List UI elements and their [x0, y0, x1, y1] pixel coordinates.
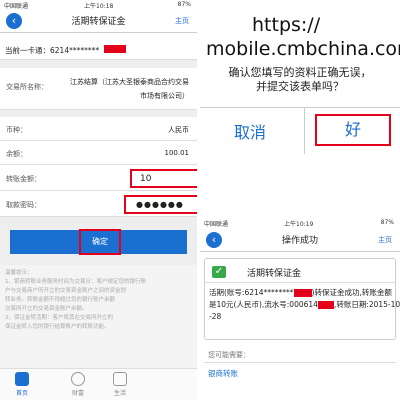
detail-text: 是10元(人民币),流水号:000614 [209, 300, 318, 309]
result-detail: 活期(账号:6214******** )转保证金成功,转账金额 是10元(人民币)… [209, 287, 400, 323]
dialog-url-2: mobile.cmbchina.com [206, 38, 400, 60]
detail-text: 活期(账号:6214******** [209, 288, 294, 297]
check-icon: ✓ [212, 266, 226, 278]
message-line: 并提交该表单吗？ [256, 80, 344, 93]
dialog-url-1: https:// [252, 14, 321, 36]
nav-header: ‹ 活期转保证金 主页 [0, 9, 197, 33]
wealth-icon [71, 372, 85, 386]
confirm-button[interactable]: 确定 [79, 229, 121, 255]
status-bar: 中国联通 上午10:19 87% [200, 218, 400, 228]
amount-row: 转账金额： 10 [0, 165, 197, 191]
tab-wealth[interactable]: 财富 [58, 372, 98, 397]
page-title: 活期转保证金 [71, 17, 126, 27]
currency-label: 币种： [6, 126, 27, 134]
divider [204, 362, 396, 363]
tips-text: 温馨提示： 1、银商转账业务服务时间为交易日：客户绑定您的银行账 户与交易商户所… [0, 265, 197, 368]
currency-row: 币种： 人民币 [0, 117, 197, 141]
exchange-label: 交易所名称： [6, 83, 48, 91]
tip-line: 户与交易商户所开立的交易资金账户之间的资金划 [5, 288, 127, 294]
detail-text: )转保证金成功,转账金额 [311, 288, 392, 297]
amount-label: 转账金额： [6, 175, 41, 183]
life-icon [113, 372, 127, 386]
exchange-value-1: 江苏结算（江苏大圣银泰商品合约交易 [70, 78, 189, 86]
home-link[interactable]: 主页 [378, 235, 392, 245]
tab-label: 财富 [71, 390, 84, 397]
battery: 87% [380, 219, 394, 226]
separator [0, 110, 197, 117]
balance-value: 100.01 [164, 149, 190, 157]
currency-value: 人民币 [168, 126, 189, 134]
page-title: 操作成功 [281, 236, 318, 246]
message-line: 确认您填写的资料正确无误， [228, 66, 372, 79]
detail-text: ,转账日期:2015-10 [333, 300, 400, 309]
password-dots: ●●●●●● [136, 200, 184, 209]
result-card: ✓ 活期转保证金 活期(账号:6214******** )转保证金成功,转账金额 … [204, 258, 400, 340]
ok-button[interactable]: 好 [315, 114, 391, 146]
nav-header: ‹ 操作成功 主页 [200, 228, 400, 252]
balance-row: 余额： 100.01 [0, 141, 197, 165]
tip-line: 交易所开立的交易资金账户余额。 [5, 306, 88, 312]
status-bar: 中国联通 上午10:18 87% [0, 0, 197, 10]
tip-line: 保证金转入您的银行结算账户的转账功能。 [5, 324, 110, 330]
tab-bar: 首页 财富 生活 [0, 368, 197, 400]
tip-line: 转业务。转账金额不得超过您的银行账户余额 [5, 297, 116, 303]
result-title: 活期转保证金 [247, 269, 302, 279]
amount-value: 10 [140, 174, 152, 184]
detail-text: -28 [209, 312, 222, 321]
balance-label: 余额： [6, 150, 27, 158]
card-label: 当前一卡通：6214******** [5, 46, 100, 55]
redacted-mark [104, 45, 126, 53]
tip-line: 2、保证金转活期：客户将其在交易所开立的 [5, 315, 114, 321]
tab-home[interactable]: 首页 [2, 372, 42, 397]
tab-label: 首页 [15, 390, 28, 397]
tip-line: 1、银商转账业务服务时间为交易日：客户绑定您的银行账 [5, 279, 147, 285]
carrier: 中国联通 [204, 221, 229, 228]
cancel-button[interactable]: 取消 [210, 119, 290, 143]
redacted-mark [293, 289, 312, 297]
password-label: 取款密码： [6, 201, 41, 209]
card-row: 当前一卡通：6214******** [0, 38, 197, 60]
exchange-value-2: 市场有限公司） [140, 92, 189, 100]
dialog-message: 确认您填写的资料正确无误， 并提交该表单吗？ [200, 66, 400, 94]
home-link[interactable]: 主页 [175, 16, 189, 26]
dialog-divider [304, 108, 305, 154]
confirm-dialog-panel: https:// mobile.cmbchina.com 确认您填写的资料正确无… [200, 0, 400, 215]
home-icon [15, 372, 29, 386]
clock: 上午10:19 [284, 221, 314, 228]
dialog-divider [200, 107, 400, 108]
separator [0, 60, 197, 68]
password-input[interactable]: ●●●●●● [124, 195, 197, 214]
tab-life[interactable]: 生活 [100, 372, 140, 397]
tip-line: 温馨提示： [5, 270, 33, 276]
bank-transfer-link[interactable]: 银商转账 [208, 368, 238, 379]
exchange-row: 交易所名称： 江苏结算（江苏大圣银泰商品合约交易 市场有限公司） [0, 68, 197, 110]
battery: 87% [177, 1, 191, 8]
section-label: 您可能需要： [208, 351, 250, 359]
left-panel: 中国联通 上午10:18 87% ‹ 活期转保证金 主页 当前一卡通：6214*… [0, 0, 197, 400]
amount-input[interactable]: 10 [130, 169, 197, 188]
password-row: 取款密码： ●●●●●● [0, 191, 197, 217]
divider [205, 282, 395, 283]
success-panel: 中国联通 上午10:19 87% ‹ 操作成功 主页 ✓ 活期转保证金 活期(账… [200, 218, 400, 400]
tab-label: 生活 [113, 390, 126, 397]
button-area: 确定 [0, 217, 197, 265]
redacted-mark [317, 301, 334, 309]
